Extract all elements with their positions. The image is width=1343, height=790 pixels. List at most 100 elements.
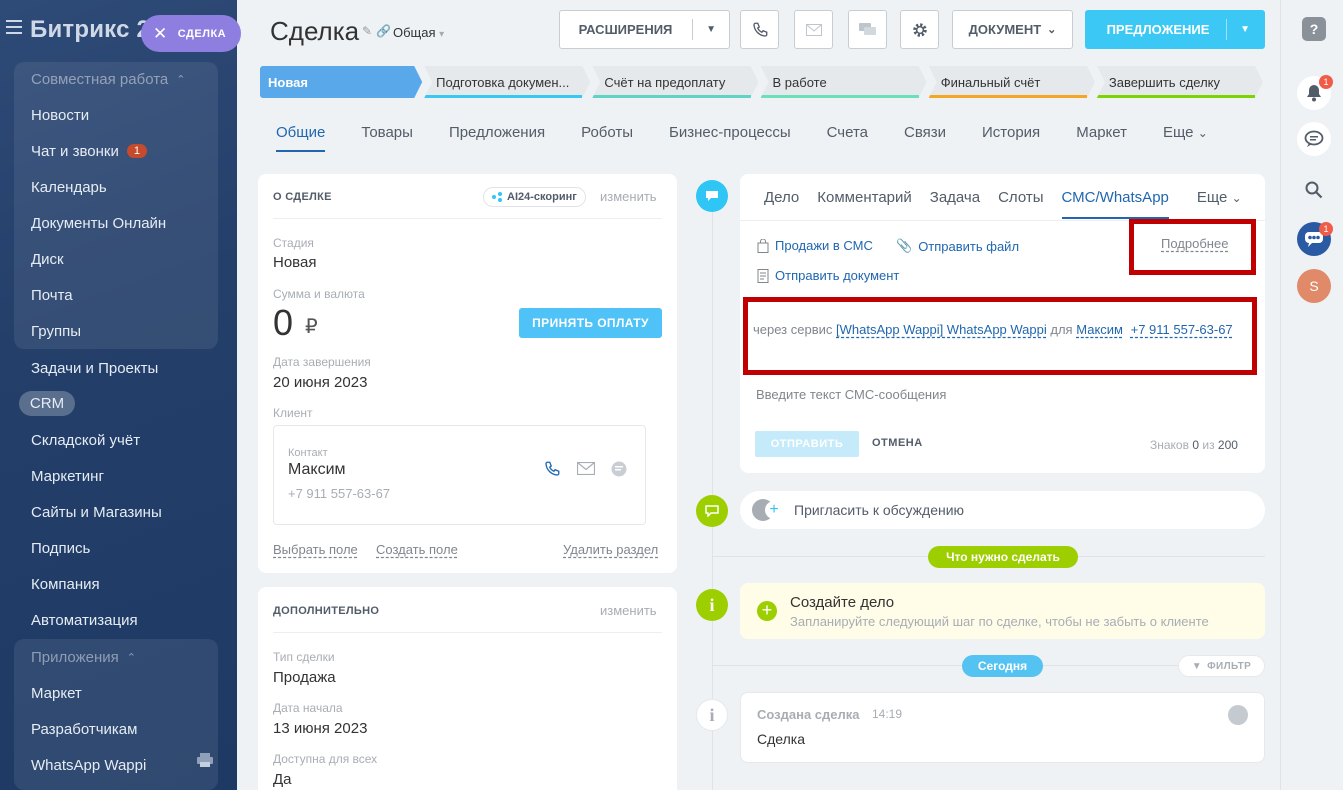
more-details-link[interactable]: Подробнее [1161,236,1228,251]
ai-scoring-icon [492,192,502,202]
editor-tab-task[interactable]: Задача [930,189,980,219]
tab-invoices[interactable]: Счета [827,124,868,152]
sidebar-item-automation[interactable]: Автоматизация [31,610,138,630]
tab-market[interactable]: Маркет [1076,124,1127,152]
menu-icon[interactable] [6,20,22,34]
tab-robots[interactable]: Роботы [581,124,633,152]
close-icon: ✕ [153,24,168,43]
editor-tab-comment[interactable]: Комментарий [817,189,911,219]
tab-products[interactable]: Товары [361,124,413,152]
chevron-down-icon[interactable]: ▼ [706,24,716,35]
stage-in-work[interactable]: В работе [761,66,927,98]
chevron-down-icon[interactable]: ▼ [1240,24,1250,35]
send-file-button[interactable]: 📎 Отправить файл [896,238,1019,254]
chat-button[interactable] [848,10,887,49]
sidebar-item-news[interactable]: Новости [31,105,89,125]
tab-relations[interactable]: Связи [904,124,946,152]
delete-section-link[interactable]: Удалить раздел [563,542,658,557]
sidebar-item-tasks[interactable]: Задачи и Проекты [31,358,158,378]
sidebar-item-mail[interactable]: Почта [31,285,73,305]
stage-bar: Новая Подготовка докумен... Счёт на пред… [260,66,1265,98]
extensions-button[interactable]: РАСШИРЕНИЯ ▼ [559,10,730,49]
sidebar-item-marketing[interactable]: Маркетинг [31,466,104,486]
printer-icon[interactable] [197,753,213,767]
sidebar-item-sign[interactable]: Подпись [31,538,90,558]
phone-selector[interactable]: +7 911 557-63-67 [1131,322,1233,337]
chat-bubbles-icon [858,22,876,35]
invite-discussion-field[interactable]: + Пригласить к обсуждению [740,491,1265,529]
sidebar-item-chat[interactable]: Чат и звонки 1 [31,141,147,161]
editor-tab-slots[interactable]: Слоты [998,189,1043,219]
filter-button[interactable]: ▼ ФИЛЬТР [1178,655,1265,677]
stage-label: Финальный счёт [940,74,1041,90]
sidebar-item-disk[interactable]: Диск [31,249,64,269]
tab-general[interactable]: Общие [276,124,326,152]
pencil-icon[interactable]: ✎ [362,24,372,38]
sidebar-item-developers[interactable]: Разработчикам [31,719,137,739]
tab-offers[interactable]: Предложения [449,124,545,152]
tab-history[interactable]: История [982,124,1040,152]
todo-title[interactable]: Создайте дело [790,594,894,611]
sidebar-item-warehouse[interactable]: Складской учёт [31,430,140,450]
service-selector[interactable]: [WhatsApp Wappi] WhatsApp Wappi [836,322,1047,337]
stage-new[interactable]: Новая [260,66,422,98]
today-pill: Сегодня [962,655,1043,677]
help-button[interactable]: ? [1297,12,1331,46]
sidebar-item-label: Сайты и Магазины [31,503,162,521]
chat-count-badge: 1 [126,144,147,158]
sales-in-sms-button[interactable]: Продажи в СМС [757,238,873,253]
send-document-button[interactable]: Отправить документ [757,268,899,283]
settings-button[interactable] [900,10,939,49]
sidebar-item-calendar[interactable]: Календарь [31,177,107,197]
editor-tab-activity[interactable]: Дело [764,189,799,219]
sidebar-group-title-apps[interactable]: Приложения ⌃ [31,647,136,667]
add-activity-icon[interactable]: + [757,601,777,621]
deal-slider-close-button[interactable]: ✕ СДЕЛКА [141,15,241,52]
category-selector[interactable]: Общая ▾ [393,25,444,40]
tab-business-processes[interactable]: Бизнес-процессы [669,124,791,152]
user-avatar[interactable]: S [1297,269,1331,303]
about-edit-link[interactable]: изменить [600,189,657,204]
stage-complete[interactable]: Завершить сделку [1097,66,1263,98]
editor-tab-more[interactable]: Еще ⌄ [1197,189,1242,219]
editor-tab-sms-whatsapp[interactable]: СМС/WhatsApp [1061,189,1170,219]
additional-edit-link[interactable]: изменить [600,603,657,618]
tab-more[interactable]: Еще ⌄ [1163,124,1208,152]
envelope-icon[interactable] [577,462,595,475]
chevron-down-icon: ⌄ [1047,24,1057,36]
search-button[interactable] [1297,173,1331,207]
messenger-button[interactable] [1297,122,1331,156]
call-button[interactable] [740,10,779,49]
email-button[interactable] [794,10,833,49]
stage-final-invoice[interactable]: Финальный счёт [929,66,1095,98]
sidebar-item-company[interactable]: Компания [31,574,100,594]
accept-payment-button[interactable]: ПРИНЯТЬ ОПЛАТУ [519,308,662,338]
chat-icon[interactable] [611,461,627,477]
sidebar-item-whatsapp-wappi[interactable]: WhatsApp Wappi [31,755,146,775]
brand-logo[interactable]: Битрикс 2 [30,16,150,44]
recipient-selector[interactable]: Максим [1076,322,1123,337]
deal-pill-label: СДЕЛКА [177,27,227,40]
link-icon[interactable]: 🔗 [376,24,391,38]
ai-scoring-badge[interactable]: AI24-скоринг [483,187,586,207]
select-field-link[interactable]: Выбрать поле [273,542,358,557]
sidebar-item-sites[interactable]: Сайты и Магазины [31,502,162,522]
cancel-button[interactable]: ОТМЕНА [872,437,923,449]
document-button[interactable]: ДОКУМЕНТ ⌄ [952,10,1073,49]
sms-text-input[interactable]: Введите текст СМС-сообщения [756,387,946,402]
sidebar-item-label: Календарь [31,178,107,196]
send-button[interactable]: ОТПРАВИТЬ [755,431,859,457]
user-avatar-icon[interactable] [1228,705,1248,725]
contact-name[interactable]: Максим [288,461,346,479]
offer-button[interactable]: ПРЕДЛОЖЕНИЕ ▼ [1085,10,1265,49]
sidebar-group-title-collab[interactable]: Совместная работа ⌃ [31,69,185,89]
sidebar-item-documents[interactable]: Документы Онлайн [31,213,166,233]
create-field-link[interactable]: Создать поле [376,542,458,557]
stage-prepay[interactable]: Счёт на предоплату [592,66,758,98]
sidebar-item-groups[interactable]: Группы [31,321,81,341]
sidebar-item-crm[interactable]: CRM [19,391,75,416]
sidebar-item-market[interactable]: Маркет [31,683,82,703]
sidebar-item-label: Документы Онлайн [31,214,167,232]
stage-docs[interactable]: Подготовка докумен... [424,66,590,98]
phone-icon[interactable] [543,460,561,478]
